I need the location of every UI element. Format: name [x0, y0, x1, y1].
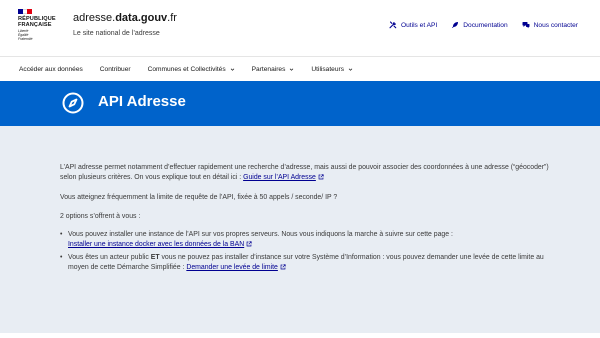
- external-link-icon: [246, 241, 252, 247]
- limit-question: Vous atteignez fréquemment la limite de …: [60, 193, 338, 201]
- devise: Liberté Égalité Fraternité: [18, 30, 56, 41]
- nav-item-acceder-aux-donnees[interactable]: Accéder aux données: [19, 66, 83, 73]
- nav-item-label: Contribuer: [99, 65, 131, 73]
- list-item: Vous pouvez installer une instance de l’…: [60, 230, 550, 251]
- documentation-link[interactable]: Documentation: [451, 21, 508, 29]
- contact-link-label: Nous contacter: [533, 21, 578, 29]
- nav-item-label: Communes et Collectivités: [147, 65, 226, 73]
- contact-link[interactable]: Nous contacter: [522, 21, 578, 29]
- chat-icon: [522, 21, 530, 29]
- tools-link[interactable]: Outils et API: [389, 21, 437, 29]
- site-name-bold: data.gouv: [115, 12, 168, 24]
- site-name-prefix: adresse.: [73, 12, 116, 24]
- nav-item-label: Partenaires: [251, 65, 286, 73]
- option-2-bold: ET: [150, 253, 160, 261]
- compass-icon: [62, 92, 84, 114]
- site-tagline: Le site national de l’adresse: [73, 30, 160, 37]
- page-title: API Adresse: [98, 93, 186, 110]
- nav-item-label: Utilisateurs: [311, 65, 345, 73]
- chevron-down-icon: [230, 68, 234, 71]
- install-docker-link-label: Installer une instance docker avec les d…: [68, 241, 245, 249]
- chevron-down-icon: [290, 68, 294, 71]
- content-text: L’API adresse permet notamment d’effectu…: [60, 163, 550, 275]
- tools-icon: [389, 21, 397, 29]
- guide-api-link-label: Guide sur l’API Adresse: [243, 174, 316, 182]
- main-content: L’API adresse permet notamment d’effectu…: [0, 126, 600, 333]
- demander-levee-limite-link[interactable]: Demander une levée de limite: [186, 264, 278, 271]
- nav-item-contribuer[interactable]: Contribuer: [100, 66, 131, 73]
- guide-api-link[interactable]: Guide sur l’API Adresse: [243, 174, 316, 181]
- devise-fraternite: Fraternité: [18, 37, 33, 41]
- nav-item-utilisateurs[interactable]: Utilisateurs: [311, 66, 353, 73]
- page-bottom-strip: [0, 333, 600, 338]
- main-nav: Accéder aux données Contribuer Communes …: [0, 56, 600, 81]
- chevron-down-icon: [348, 68, 353, 71]
- demander-levee-limite-link-label: Demander une levée de limite: [186, 264, 278, 272]
- feather-icon: [451, 21, 459, 29]
- options-list: Vous pouvez installer une instance de l’…: [60, 230, 550, 273]
- option-1-text: Vous pouvez installer une instance de l’…: [68, 231, 453, 239]
- nav-item-partenaires[interactable]: Partenaires: [252, 66, 295, 73]
- external-link-icon: [280, 264, 286, 270]
- page-banner: API Adresse: [0, 81, 600, 126]
- nav-item-label: Accéder aux données: [19, 65, 83, 73]
- logo-line-2: FRANÇAISE: [18, 22, 52, 29]
- site-name-link[interactable]: adresse.data.gouv.fr: [73, 12, 177, 24]
- external-link-icon: [318, 174, 324, 180]
- install-docker-link[interactable]: Installer une instance docker avec les d…: [68, 241, 244, 248]
- intro-paragraph: L’API adresse permet notamment d’effectu…: [60, 163, 550, 184]
- documentation-link-label: Documentation: [463, 21, 508, 29]
- list-item: Vous êtes un acteur public ET vous ne po…: [60, 253, 550, 274]
- site-name-suffix: .fr: [167, 12, 177, 24]
- tools-link-label: Outils et API: [400, 21, 438, 29]
- marianne-flag-icon: [18, 9, 33, 14]
- nav-item-communes-et-collectivites[interactable]: Communes et Collectivités: [148, 66, 235, 73]
- options-intro: 2 options s’offrent à vous :: [60, 212, 141, 220]
- site-header: RÉPUBLIQUE FRANÇAISE Liberté Égalité Fra…: [0, 0, 600, 56]
- republique-francaise-logo[interactable]: RÉPUBLIQUE FRANÇAISE Liberté Égalité Fra…: [18, 9, 56, 42]
- option-2-pre: Vous êtes un acteur public: [68, 253, 151, 261]
- header-tools: Outils et API Documentation Nous contact…: [389, 21, 578, 29]
